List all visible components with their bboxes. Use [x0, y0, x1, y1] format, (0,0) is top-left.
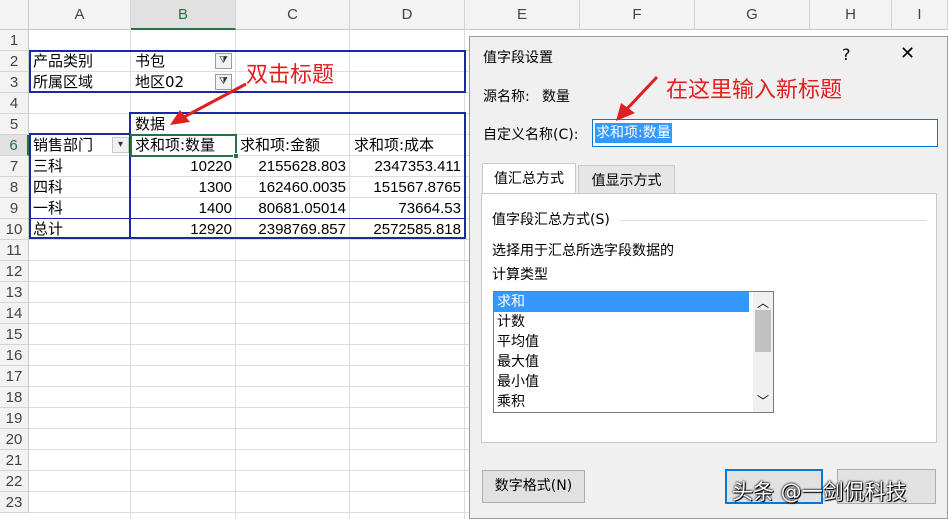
select-all-corner[interactable]	[0, 0, 29, 30]
annotation-double-click-title: 双击标题	[246, 63, 335, 88]
section-divider	[620, 220, 926, 221]
row-header-15[interactable]: 15	[0, 324, 29, 345]
row-header-2[interactable]: 2	[0, 51, 29, 72]
dropdown-arrow-icon[interactable]: ▾	[112, 137, 129, 153]
list-item-min[interactable]: 最小值	[494, 372, 773, 392]
list-item-count[interactable]: 计数	[494, 312, 773, 332]
source-name-label: 源名称:	[483, 89, 530, 105]
row-header-8[interactable]: 8	[0, 177, 29, 198]
list-item-sum[interactable]: 求和	[494, 292, 749, 312]
description-line-2: 计算类型	[492, 267, 548, 283]
column-header-f[interactable]: F	[580, 0, 695, 30]
pivot-value-cell[interactable]: 162460.0035	[236, 177, 349, 198]
row-header-19[interactable]: 19	[0, 408, 29, 429]
column-header-h[interactable]: H	[810, 0, 892, 30]
annotation-arrow-icon	[170, 82, 247, 125]
pivot-value-cell[interactable]: 1300	[131, 177, 235, 198]
pivot-value-cell[interactable]: 1400	[131, 198, 235, 219]
column-header-e[interactable]: E	[465, 0, 580, 30]
column-header-d[interactable]: D	[350, 0, 465, 30]
list-item-product[interactable]: 乘积	[494, 392, 773, 412]
list-item-average[interactable]: 平均值	[494, 332, 773, 352]
tab-summarize-values-by[interactable]: 值汇总方式	[482, 163, 576, 193]
pivot-value-cell[interactable]: 2347353.411	[350, 156, 464, 177]
pivot-total-cell[interactable]: 2398769.857	[236, 219, 349, 240]
pivot-grand-total-label[interactable]: 总计	[30, 219, 130, 240]
value-header-quantity[interactable]: 求和项:数量	[132, 135, 235, 156]
row-header-16[interactable]: 16	[0, 345, 29, 366]
value-field-settings-dialog: 值字段设置 ? ✕ 源名称: 数量 自定义名称(C): 求和项:数量 在这里输入…	[469, 36, 948, 519]
pivot-value-cell[interactable]: 80681.05014	[236, 198, 349, 219]
close-icon[interactable]: ✕	[900, 43, 915, 64]
column-header-i[interactable]: I	[892, 0, 948, 30]
row-header-10[interactable]: 10	[0, 219, 29, 240]
pivot-value-cell[interactable]: 151567.8765	[350, 177, 464, 198]
row-header-11[interactable]: 11	[0, 240, 29, 261]
number-format-button[interactable]: 数字格式(N)	[482, 470, 585, 503]
row-header-3[interactable]: 3	[0, 72, 29, 93]
custom-name-input[interactable]: 求和项:数量	[592, 119, 938, 147]
column-header-b[interactable]: B	[131, 0, 236, 30]
row-header-5[interactable]: 5	[0, 114, 29, 135]
pivot-row-label[interactable]: 一科	[30, 198, 130, 219]
section-title: 值字段汇总方式(S)	[492, 212, 610, 228]
pivot-row-label[interactable]: 三科	[30, 156, 130, 177]
custom-name-label: 自定义名称(C):	[483, 127, 579, 143]
row-header-17[interactable]: 17	[0, 366, 29, 387]
column-header-g[interactable]: G	[695, 0, 810, 30]
row-header-9[interactable]: 9	[0, 198, 29, 219]
listbox-scrollbar[interactable]: ︿ ﹀	[753, 292, 773, 412]
value-header-amount[interactable]: 求和项:金额	[237, 135, 349, 156]
description-line-1: 选择用于汇总所选字段数据的	[492, 243, 674, 259]
pivot-value-cell[interactable]: 10220	[131, 156, 235, 177]
filter-label-product-category[interactable]: 产品类别	[30, 51, 130, 72]
value-header-cost[interactable]: 求和项:成本	[351, 135, 464, 156]
chevron-down-icon[interactable]: ﹀	[757, 392, 769, 409]
dialog-title: 值字段设置	[483, 50, 553, 66]
tab-show-values-as[interactable]: 值显示方式	[578, 165, 675, 193]
annotation-enter-new-title: 在这里输入新标题	[666, 78, 843, 103]
row-header-13[interactable]: 13	[0, 282, 29, 303]
help-button[interactable]: ?	[842, 45, 851, 64]
column-header-c[interactable]: C	[236, 0, 350, 30]
column-header-a[interactable]: A	[29, 0, 131, 30]
pivot-total-cell[interactable]: 12920	[131, 219, 235, 240]
pivot-total-cell[interactable]: 2572585.818	[350, 219, 464, 240]
filter-value-product-category[interactable]: 书包	[132, 51, 212, 72]
pivot-value-cell[interactable]: 73664.53	[350, 198, 464, 219]
row-header-20[interactable]: 20	[0, 429, 29, 450]
filter-label-region[interactable]: 所属区域	[30, 72, 130, 93]
pivot-row-label-header[interactable]: 销售部门	[30, 135, 112, 156]
row-header-22[interactable]: 22	[0, 471, 29, 492]
annotation-arrow-icon	[616, 75, 659, 121]
scrollbar-thumb[interactable]	[755, 310, 771, 352]
source-name-value: 数量	[542, 89, 570, 105]
chevron-up-icon[interactable]: ︿	[757, 294, 769, 311]
calculation-type-listbox[interactable]: 求和 计数 平均值 最大值 最小值 乘积 ︿ ﹀	[493, 291, 774, 413]
row-header-7[interactable]: 7	[0, 156, 29, 177]
row-header-4[interactable]: 4	[0, 93, 29, 114]
row-header-6[interactable]: 6	[0, 135, 29, 156]
row-header-14[interactable]: 14	[0, 303, 29, 324]
pivot-value-cell[interactable]: 2155628.803	[236, 156, 349, 177]
pivot-row-label[interactable]: 四科	[30, 177, 130, 198]
row-header-12[interactable]: 12	[0, 261, 29, 282]
row-header-23[interactable]: 23	[0, 492, 29, 513]
list-item-max[interactable]: 最大值	[494, 352, 773, 372]
filter-funnel-icon[interactable]: ⧩	[215, 53, 232, 69]
row-header-1[interactable]: 1	[0, 30, 29, 51]
row-header-21[interactable]: 21	[0, 450, 29, 471]
custom-name-input-selected-text: 求和项:数量	[595, 123, 672, 143]
watermark-text: 头条 @一剑侃科技	[732, 480, 907, 504]
row-header-18[interactable]: 18	[0, 387, 29, 408]
